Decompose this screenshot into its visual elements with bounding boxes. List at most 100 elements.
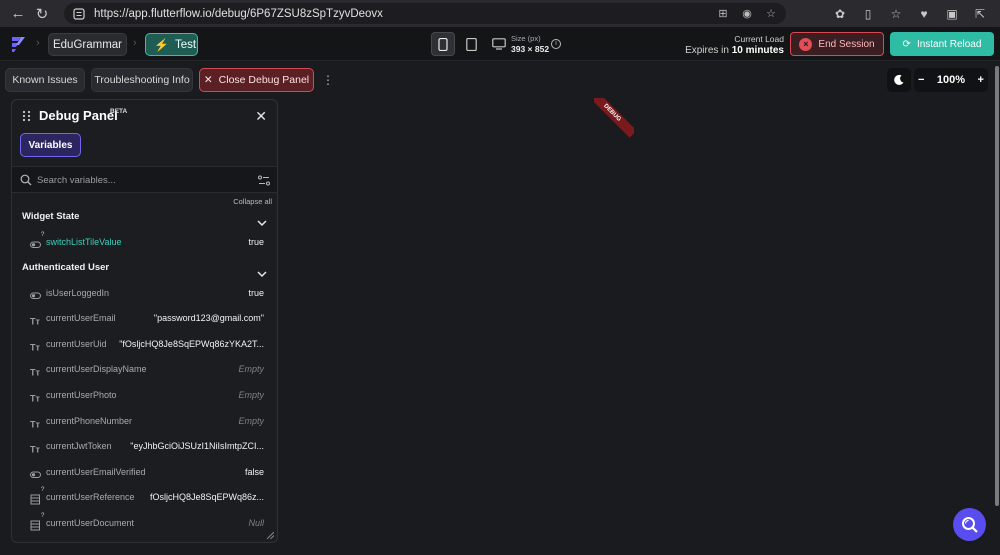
screenshot-icon[interactable]: ▣ [940,2,964,26]
zoom-value: 100% [936,74,966,86]
variable-name: isUserLoggedIn [46,287,110,298]
svg-text:Tт: Tт [30,342,40,352]
debug-panel-header: Debug Panel BETA ✕ [12,100,277,130]
close-icon: ✕ [203,74,213,86]
chevron-down-icon[interactable] [257,214,267,227]
refresh-icon[interactable]: ↻ [30,2,54,26]
phone-device-button[interactable] [431,32,455,56]
variable-row[interactable]: Tт currentPhoneNumber Empty [12,412,277,432]
variable-row[interactable]: ? switchListTileValue true [12,232,277,253]
search-input[interactable] [37,172,237,188]
page-scrollbar[interactable] [994,61,1000,555]
section-header[interactable]: Widget State [22,211,79,222]
zoom-in-button[interactable]: + [978,74,984,86]
inspect-button[interactable] [953,508,986,541]
zoom-control: − 100% + [914,68,988,92]
variable-value: false [244,466,264,477]
address-bar[interactable]: https://app.flutterflow.io/debug/6P67ZSU… [64,3,786,24]
extensions-icon[interactable]: ✿ [828,2,852,26]
chevron-down-icon[interactable] [257,265,267,277]
tab-variables[interactable]: Variables [20,133,81,157]
device-selector [431,32,511,56]
favorites-icon[interactable]: ☆ [884,2,908,26]
text-type-icon: Tт [30,339,41,352]
url-text: https://app.flutterflow.io/debug/6P67ZSU… [94,7,383,20]
svg-text:Tт: Tт [30,394,40,404]
split-screen-icon[interactable]: ▯ [856,2,880,26]
panel-close-icon[interactable]: ✕ [255,108,267,125]
section-header[interactable]: Authenticated User [22,262,109,273]
variable-name: currentUserEmail [46,313,116,324]
variable-value: "eyJhbGciOiJSUzI1NiIsImtpZCI... [130,441,264,452]
site-info-icon[interactable] [72,7,86,21]
eye-icon[interactable]: ◉ [740,7,754,21]
zoom-out-button[interactable]: − [918,74,924,86]
desktop-device-button[interactable] [487,32,511,56]
theme-toggle-button[interactable] [887,68,911,92]
star-icon[interactable]: ☆ [764,7,778,21]
known-issues-button[interactable]: Known Issues [5,68,85,92]
tablet-device-button[interactable] [459,32,483,56]
flutterflow-logo-icon[interactable] [8,34,28,54]
app-topbar: › EduGrammar › ⚡ Test Size (px) 393 × 85… [0,28,1000,61]
variable-name: currentUserDocument [46,518,135,528]
troubleshooting-info-button[interactable]: Troubleshooting Info [91,68,193,92]
text-type-icon: Tт [30,416,41,429]
instant-reload-label: Instant Reload [916,38,982,50]
end-session-label: End Session [818,38,875,50]
toggle-icon [30,467,41,478]
variable-row[interactable]: currentUserEmailVerified false [12,463,277,483]
variable-row[interactable]: ? currentUserReference fOsljcHQ8Je8SqEPWq8… [12,487,277,508]
expires-value: 10 minutes [731,45,784,56]
close-debug-panel-button[interactable]: ✕ Close Debug Panel [199,68,314,92]
variable-row[interactable]: ? currentUserDocument Null [12,513,277,534]
variable-row[interactable]: Tт currentUserPhoto Empty [12,386,277,406]
search-icon [20,174,32,186]
end-session-button[interactable]: × End Session [790,32,884,56]
test-mode-button[interactable]: ⚡ Test [145,33,198,56]
back-icon[interactable]: ← [6,2,30,26]
variable-value: "password123@gmail.com" [153,313,264,324]
moon-icon [894,74,904,85]
text-type-icon: Tт [30,441,41,455]
current-load-label: Current Load [734,34,784,44]
share-icon[interactable]: ⇱ [968,2,992,26]
size-info: Size (px) 393 × 852 [511,33,549,55]
variable-row[interactable]: Tт currentUserUid "fOsljcHQ8Je8SqEPWq86zYK… [12,335,277,355]
toggle-icon [30,288,41,299]
variable-value: Empty [238,390,264,400]
variable-name: currentUserEmailVerified [46,466,146,477]
collapse-all-button[interactable]: Collapse all [233,197,272,206]
lightning-icon: ⚡ [154,37,169,52]
project-name-button[interactable]: EduGrammar [48,33,127,56]
more-options-icon[interactable]: ⋮ [322,73,334,87]
instant-reload-button[interactable]: ⟳ Instant Reload [890,32,994,56]
drag-handle-icon[interactable] [22,110,31,122]
variable-row[interactable]: Tт currentUserEmail "password123@gmail.com… [12,309,277,329]
test-mode-label: Test [174,38,197,51]
svg-text:Tт: Tт [30,419,40,429]
resize-handle-icon[interactable] [267,532,274,539]
variable-value: fOsljcHQ8Je8SqEPWq86z... [149,492,264,503]
variable-row[interactable]: Tт currentJwtToken "eyJhbGciOiJSUzI1NiIsIm… [12,437,277,457]
variable-search [12,166,277,193]
debug-panel: Debug Panel BETA ✕ Variables Collapse al… [11,99,278,543]
info-icon[interactable]: i [551,39,561,49]
breadcrumb-separator: › [133,37,137,49]
debug-panel-title: Debug Panel [39,108,118,123]
question-mark-icon: ? [41,513,45,519]
filter-icon[interactable] [258,175,270,186]
variable-value: true [248,287,264,298]
text-type-icon: Tт [30,364,41,378]
app-grid-icon[interactable]: ⊞ [716,7,730,21]
variable-row[interactable]: isUserLoggedIn true [12,284,277,304]
scrollbar-thumb[interactable] [995,66,999,506]
variable-name: switchListTileValue [46,237,122,247]
current-load: Current Load Expires in 10 minutes [685,33,784,57]
tablet-icon [465,37,477,51]
breadcrumb-separator: › [36,37,40,49]
browser-essentials-icon[interactable]: ♥ [912,2,936,26]
svg-text:Tт: Tт [30,368,40,378]
variable-row[interactable]: Tт currentUserDisplayName Empty [12,360,277,380]
variable-value: true [248,237,264,247]
